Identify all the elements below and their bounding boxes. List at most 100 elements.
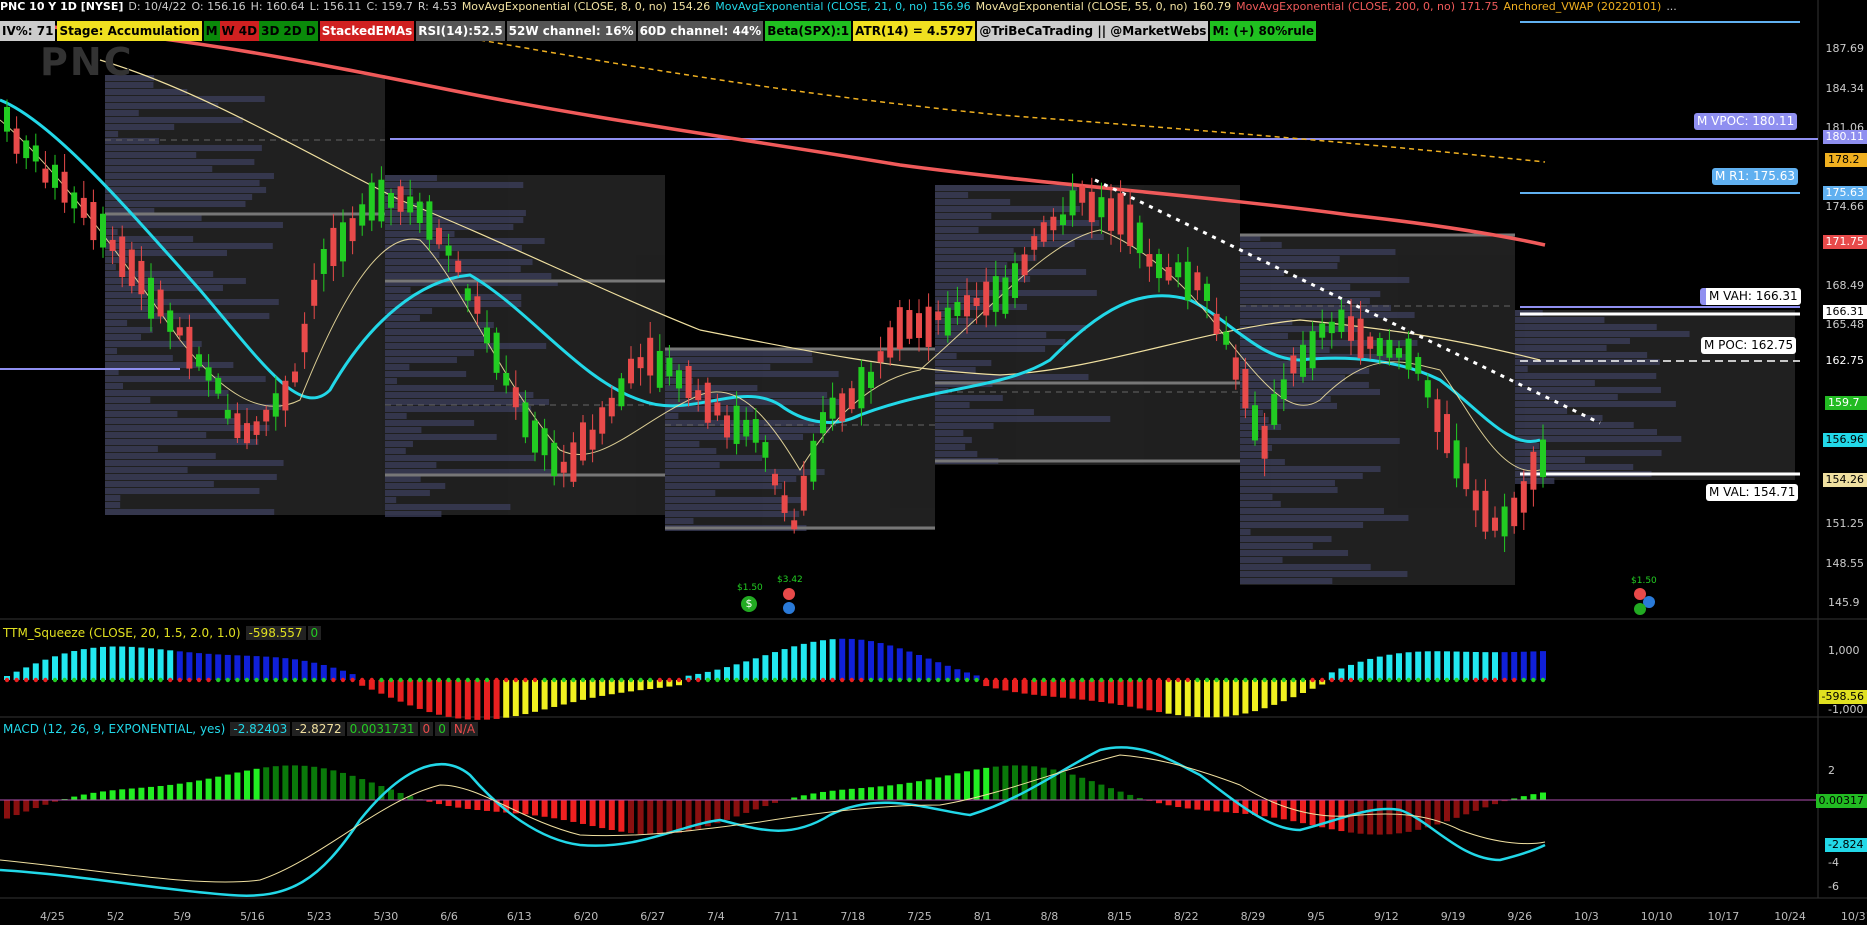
- macd-bar: [896, 784, 903, 800]
- squeeze-bar: [839, 638, 846, 680]
- candle-body: [474, 296, 481, 314]
- squeeze-dot: [427, 677, 432, 683]
- squeeze-dot: [4, 677, 10, 683]
- volume-profile-bar: [385, 434, 497, 440]
- squeeze-dot: [830, 677, 835, 683]
- squeeze-bar: [1223, 680, 1230, 717]
- squeeze-dot: [129, 677, 134, 683]
- m-rule-label: M: (+) 80%rule: [1210, 21, 1316, 41]
- squeeze-bar: [1386, 654, 1393, 680]
- macd-bar: [1127, 794, 1134, 800]
- squeeze-dot: [734, 677, 739, 683]
- candle-body: [791, 520, 798, 530]
- avwap-label[interactable]: Anchored_VWAP (20220101): [1504, 0, 1662, 13]
- dividend-icon-future[interactable]: [1634, 603, 1646, 615]
- squeeze-dot: [1214, 677, 1219, 683]
- date-tick: 7/4: [707, 910, 725, 923]
- macd-bar: [1396, 800, 1402, 834]
- macd-bar: [868, 787, 874, 800]
- squeeze-bar: [1415, 651, 1422, 680]
- volume-profile-bar: [1240, 571, 1408, 577]
- squeeze-bar: [301, 660, 308, 680]
- volume-profile-bar: [935, 227, 979, 233]
- squeeze-zero: 0: [307, 626, 322, 640]
- squeeze-dot: [1224, 677, 1229, 683]
- candle-body: [320, 249, 327, 274]
- candle-body: [176, 327, 183, 336]
- macd-bar: [234, 772, 241, 800]
- dividend-label-1: $1.50: [737, 583, 763, 593]
- macd-bar: [1175, 800, 1182, 808]
- squeeze-bar: [820, 640, 826, 680]
- candle-body: [416, 201, 423, 224]
- date-tick: 8/1: [973, 910, 992, 923]
- squeeze-bar: [1348, 664, 1354, 680]
- squeeze-bar: [791, 646, 798, 680]
- date-tick: 10/3: [1574, 910, 1599, 923]
- volume-profile-bar: [385, 385, 495, 391]
- candle-body: [119, 236, 126, 278]
- squeeze-bar: [877, 643, 884, 680]
- squeeze-dot: [1425, 677, 1431, 683]
- symbol-label[interactable]: PNC 10 Y 1D [NYSE]: [0, 0, 123, 13]
- ema8-value: 154.26: [671, 0, 711, 13]
- squeeze-dot: [974, 677, 979, 683]
- candle-body: [196, 354, 202, 367]
- candle-body: [100, 213, 106, 248]
- ema200-label[interactable]: MovAvgExponential (CLOSE, 200, 0, no): [1236, 0, 1455, 13]
- candle-body: [1280, 379, 1287, 400]
- earnings-icon[interactable]: [783, 588, 795, 600]
- candle-body: [618, 378, 625, 407]
- macd-bar: [1079, 777, 1086, 800]
- squeeze-dot: [1080, 677, 1085, 683]
- macd-bar: [618, 800, 625, 832]
- candle-body: [301, 323, 308, 353]
- macd-bar: [906, 782, 913, 800]
- squeeze-dot: [600, 677, 605, 683]
- ema21-label[interactable]: MovAvgExponential (CLOSE, 21, 0, no): [715, 0, 927, 13]
- macd-bar: [1376, 800, 1383, 835]
- squeeze-bar: [1117, 680, 1124, 706]
- candle-body: [1127, 204, 1134, 247]
- date-tick: 8/8: [1040, 910, 1059, 923]
- candle-body: [743, 419, 750, 437]
- volume-profile-bar: [105, 362, 234, 368]
- candle-body: [148, 277, 154, 319]
- volume-profile-bar: [105, 348, 117, 354]
- macd-bar: [128, 788, 135, 800]
- more-label[interactable]: ...: [1666, 0, 1677, 13]
- date-tick: 5/30: [373, 910, 399, 923]
- macd-bar: [570, 800, 577, 822]
- info-icon[interactable]: [783, 602, 795, 614]
- volume-profile-bar: [105, 96, 265, 102]
- volume-profile-bar: [935, 332, 1047, 338]
- ema55-label[interactable]: MovAvgExponential (CLOSE, 55, 0, no): [976, 0, 1188, 13]
- volume-profile-bar: [105, 236, 194, 242]
- volume-profile-bar: [385, 427, 422, 433]
- candle-body: [1069, 190, 1076, 216]
- macd-bar: [800, 795, 807, 800]
- volume-profile-bar: [1515, 338, 1630, 344]
- squeeze-dot: [388, 677, 394, 683]
- squeeze-bar: [916, 654, 922, 680]
- ema8-label[interactable]: MovAvgExponential (CLOSE, 8, 0, no): [462, 0, 667, 13]
- squeeze-dot: [158, 677, 163, 683]
- squeeze-dot: [360, 677, 365, 683]
- volume-profile-bar: [385, 224, 514, 230]
- volume-profile-bar: [1240, 480, 1335, 486]
- squeeze-dot: [475, 677, 480, 683]
- dividend-icon[interactable]: $: [741, 596, 757, 612]
- squeeze-dot: [1540, 677, 1546, 683]
- squeeze-bar: [1040, 680, 1047, 696]
- price-chart[interactable]: [0, 0, 1867, 925]
- volume-profile-bar: [935, 213, 992, 219]
- candle-body: [781, 495, 788, 513]
- squeeze-bar: [1444, 651, 1450, 680]
- date-tick: 4/25: [40, 910, 65, 923]
- squeeze-title[interactable]: TTM_Squeeze (CLOSE, 20, 1.5, 2.0, 1.0): [0, 626, 244, 640]
- macd-title[interactable]: MACD (12, 26, 9, EXPONENTIAL, yes): [0, 722, 228, 736]
- volume-profile-bar: [105, 320, 128, 326]
- macd-bar: [1098, 784, 1105, 800]
- candle-body: [90, 202, 97, 241]
- macd-bar: [455, 800, 462, 808]
